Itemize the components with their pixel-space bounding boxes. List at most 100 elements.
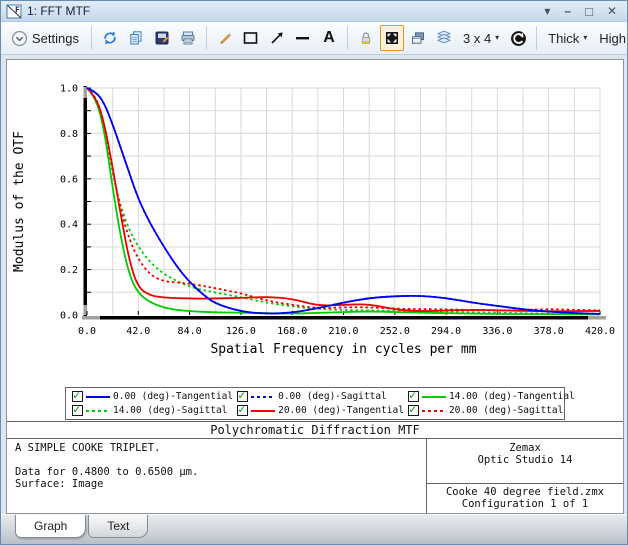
legend-label: 20.00 (deg)-Tangential — [278, 405, 404, 416]
legend-checkbox[interactable]: ✓ — [72, 391, 83, 402]
legend-checkbox[interactable]: ✓ — [408, 405, 419, 416]
minimize-button[interactable]: – — [564, 5, 571, 17]
legend-line-sample — [422, 410, 446, 412]
refresh-icon — [102, 30, 118, 46]
pencil-annotation-button[interactable] — [213, 25, 237, 51]
toolbar-separator — [536, 26, 537, 50]
maximize-button[interactable]: □ — [585, 5, 593, 18]
check-icon: ✓ — [238, 402, 245, 416]
fft-mtf-window: F 1: FFT MTF ▾ – □ ✕ Settings — [0, 0, 628, 545]
x-tick-label: 378.0 — [534, 326, 564, 337]
text-annotation-button[interactable]: A — [317, 25, 341, 51]
legend-line-sample — [251, 396, 275, 398]
x-axis — [82, 316, 606, 320]
copy-button[interactable] — [124, 25, 148, 51]
footer-line — [15, 454, 418, 466]
legend-checkbox[interactable]: ✓ — [408, 391, 419, 402]
check-icon: ✓ — [409, 388, 416, 402]
thickness-label: Thick — [548, 31, 579, 46]
toolbar-separator — [91, 26, 92, 50]
x-tick-label: 126.0 — [226, 326, 256, 337]
text-tool-icon: A — [323, 30, 335, 46]
legend: ✓ 0.00 (deg)-Tangential ✓ 0.00 (deg)-Sagitt… — [65, 387, 565, 420]
chart-area: 0.042.084.0126.0168.0210.0252.0294.0336.… — [7, 60, 623, 383]
toolbar-separator — [206, 26, 207, 50]
tab-graph[interactable]: Graph — [15, 515, 86, 538]
legend-line-sample — [86, 396, 110, 398]
window-arrange-icon — [410, 30, 426, 46]
footer-line: Surface: Image — [15, 478, 418, 490]
save-image-icon — [154, 30, 170, 46]
layers-icon — [436, 30, 452, 46]
layers-button[interactable] — [432, 25, 456, 51]
fit-window-button[interactable] — [380, 25, 404, 51]
check-icon: ✓ — [73, 388, 80, 402]
tab-text[interactable]: Text — [88, 515, 148, 538]
settings-label: Settings — [32, 31, 79, 46]
footer-line: Configuration 1 of 1 — [427, 498, 623, 510]
save-image-button[interactable] — [150, 25, 174, 51]
lock-icon — [358, 30, 374, 46]
check-icon: ✓ — [238, 388, 245, 402]
legend-checkbox[interactable]: ✓ — [72, 405, 83, 416]
quality-label: High — [599, 31, 626, 46]
caret-down-icon: ▾ — [583, 34, 587, 42]
fit-window-icon — [384, 30, 400, 46]
settings-button[interactable]: Settings — [5, 25, 85, 51]
print-button[interactable] — [176, 25, 200, 51]
legend-entry: ✓20.00 (deg)-Sagittal — [408, 405, 575, 416]
arrow-icon — [269, 30, 285, 46]
legend-entry: ✓ 14.00 (deg)-Tangential — [408, 391, 575, 402]
arrow-annotation-button[interactable] — [265, 25, 289, 51]
close-button[interactable]: ✕ — [607, 5, 617, 17]
y-tick-label: 0.0 — [60, 311, 78, 322]
plot-title: Polychromatic Diffraction MTF — [7, 422, 623, 439]
rectangle-icon — [242, 30, 259, 46]
window-title: 1: FFT MTF — [27, 4, 90, 18]
print-icon — [180, 30, 196, 46]
legend-label: 14.00 (deg)-Tangential — [449, 391, 575, 402]
y-tick-label: 0.4 — [60, 220, 78, 231]
line-annotation-button[interactable] — [291, 25, 315, 51]
legend-line-sample — [86, 410, 110, 412]
window-menu-icon[interactable]: ▾ — [544, 5, 550, 17]
x-tick-label: 294.0 — [431, 326, 461, 337]
grid-size-label: 3 x 4 — [463, 31, 491, 46]
product-cell: Zemax Optic Studio 14 — [427, 439, 623, 483]
x-tick-label: 252.0 — [380, 326, 410, 337]
footer-line: Optic Studio 14 — [427, 454, 623, 466]
legend-label: 0.00 (deg)-Tangential — [113, 391, 233, 402]
x-tick-label: 210.0 — [328, 326, 358, 337]
x-tick-label: 420.0 — [585, 326, 615, 337]
line-thickness-dropdown[interactable]: Thick ▾ — [543, 25, 592, 51]
reset-button[interactable] — [506, 25, 530, 51]
pencil-icon — [217, 30, 233, 46]
refresh-button[interactable] — [98, 25, 122, 51]
reset-icon — [510, 30, 527, 47]
settings-chevron-icon — [11, 30, 28, 47]
legend-checkbox[interactable]: ✓ — [237, 391, 248, 402]
x-axis-title: Spatial Frequency in cycles per mm — [210, 342, 476, 357]
window-arrange-button[interactable] — [406, 25, 430, 51]
toolbar-separator — [347, 26, 348, 50]
lock-button[interactable] — [354, 25, 378, 51]
legend-label: 0.00 (deg)-Sagittal — [278, 391, 387, 402]
titlebar: F 1: FFT MTF ▾ – □ ✕ — [1, 1, 627, 22]
mtf-chart: 0.042.084.0126.0168.0210.0252.0294.0336.… — [7, 60, 623, 378]
graph-panel: 0.042.084.0126.0168.0210.0252.0294.0336.… — [6, 59, 624, 514]
x-axis-handle — [82, 316, 100, 320]
legend-checkbox[interactable]: ✓ — [237, 405, 248, 416]
legend-label: 14.00 (deg)-Sagittal — [113, 405, 227, 416]
app-icon: F — [6, 4, 22, 19]
lens-notes-cell: A SIMPLE COOKE TRIPLET. Data for 0.4800 … — [7, 439, 427, 513]
caret-down-icon: ▾ — [495, 34, 499, 42]
copy-icon — [128, 30, 144, 46]
legend-entry: ✓ 20.00 (deg)-Tangential — [237, 405, 404, 416]
legend-entry: ✓ 14.00 (deg)-Sagittal — [72, 405, 233, 416]
footer-line: Cooke 40 degree field.zmx — [427, 486, 623, 498]
grid-size-dropdown[interactable]: 3 x 4 ▾ — [458, 25, 504, 51]
x-tick-label: 84.0 — [178, 326, 202, 337]
quality-dropdown[interactable]: High ▾ — [594, 25, 628, 51]
file-cell: Cooke 40 degree field.zmx Configuration … — [427, 483, 623, 513]
rectangle-annotation-button[interactable] — [239, 25, 263, 51]
